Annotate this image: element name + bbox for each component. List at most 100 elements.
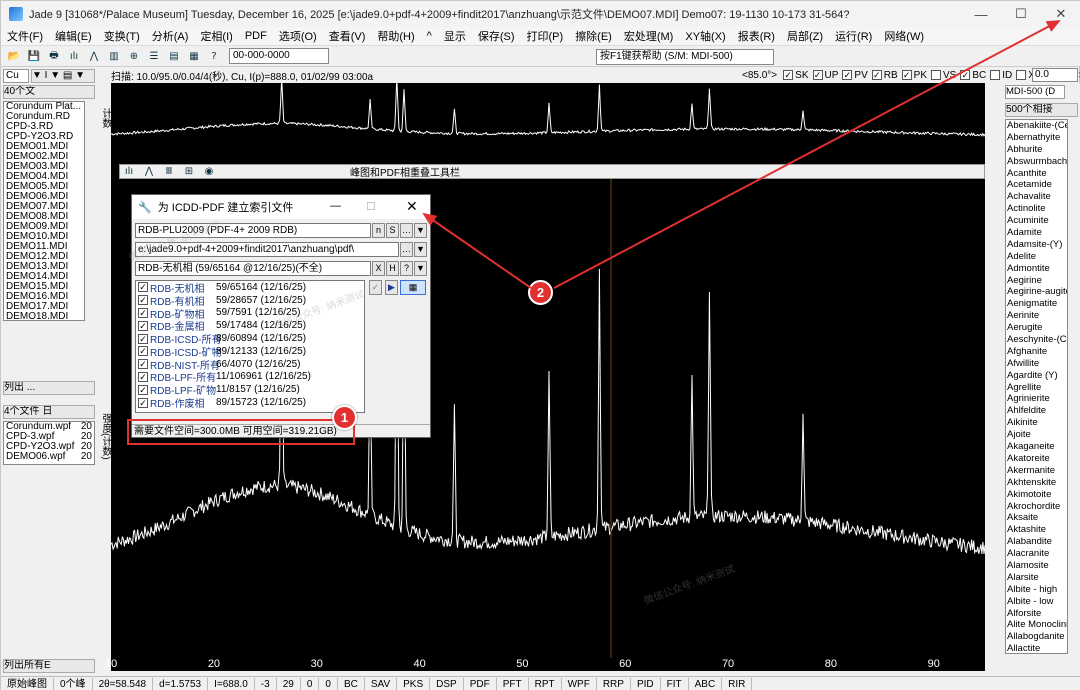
- mineral-item[interactable]: Adelite: [1006, 251, 1067, 263]
- mineral-item[interactable]: Ahlfeldite: [1006, 405, 1067, 417]
- flag-checkbox[interactable]: ✓: [783, 70, 794, 80]
- minimize-icon[interactable]: —: [961, 1, 1001, 27]
- menu-item[interactable]: 擦除(E): [569, 28, 618, 44]
- subfile-checkbox[interactable]: ✓: [138, 359, 148, 370]
- flag-pv[interactable]: ✓ PV: [842, 70, 868, 81]
- mineral-item[interactable]: Actinolite: [1006, 203, 1067, 215]
- file-list-item[interactable]: DEMO18.MDI: [4, 312, 84, 321]
- graph-icon[interactable]: ⋀: [85, 47, 103, 65]
- menu-item[interactable]: 运行(R): [829, 28, 878, 44]
- flag-checkbox[interactable]: [1016, 70, 1027, 80]
- mineral-item[interactable]: Afwillite: [1006, 358, 1067, 370]
- mineral-item[interactable]: Agardite (Y): [1006, 370, 1067, 382]
- close-icon[interactable]: ✕: [1041, 1, 1080, 27]
- wpf-list[interactable]: Corundum.wpf 20 CPD-3.wpf 20 CPD-Y2O3.wpf 20 D…: [3, 421, 95, 465]
- flag-checkbox[interactable]: [931, 70, 941, 80]
- flag-checkbox[interactable]: [990, 70, 1001, 80]
- flag-checkbox[interactable]: ✓: [901, 70, 912, 80]
- subfile-item[interactable]: ✓ RDB-作废相 89/15723 (12/16/25): [136, 396, 364, 410]
- menu-item[interactable]: 编辑(E): [49, 28, 98, 44]
- mineral-item[interactable]: Aenigmatite: [1006, 298, 1067, 310]
- mineral-item[interactable]: Allactite: [1006, 643, 1067, 653]
- flag-sk[interactable]: ✓ SK: [783, 70, 809, 81]
- flag-vs[interactable]: VS: [931, 70, 956, 81]
- wpf-list-item[interactable]: DEMO06.wpf 20: [4, 452, 94, 462]
- overlay-tool-icon[interactable]: ⊞: [180, 163, 198, 181]
- subfile-checkbox[interactable]: ✓: [138, 295, 148, 306]
- menu-item[interactable]: 网络(W): [878, 28, 930, 44]
- path-browse-button[interactable]: …: [400, 242, 413, 257]
- menu-item[interactable]: 分析(A): [146, 28, 195, 44]
- mineral-header[interactable]: 500个相接: [1005, 103, 1078, 117]
- menu-item[interactable]: ^: [421, 30, 438, 42]
- subfile-checkbox[interactable]: ✓: [138, 282, 148, 293]
- database-combo[interactable]: MDI-500 (D: [1005, 85, 1065, 99]
- mineral-item[interactable]: Alacranite: [1006, 548, 1067, 560]
- zoom-icon[interactable]: ⊕: [125, 47, 143, 65]
- mineral-item[interactable]: Aegirine-augite: [1006, 286, 1067, 298]
- flag-checkbox[interactable]: ✓: [842, 70, 853, 80]
- mineral-item[interactable]: Aerugite: [1006, 322, 1067, 334]
- mineral-item[interactable]: Aikinite: [1006, 417, 1067, 429]
- db-n-button[interactable]: n: [372, 223, 385, 238]
- mineral-item[interactable]: Abenakiite-(Ce: [1006, 120, 1067, 132]
- mineral-item[interactable]: Agrinierite: [1006, 393, 1067, 405]
- check-icon[interactable]: ✓: [369, 280, 382, 295]
- menu-item[interactable]: 报表(R): [732, 28, 781, 44]
- mineral-item[interactable]: Allabogdanite: [1006, 631, 1067, 643]
- subfile-checkbox[interactable]: ✓: [138, 307, 148, 318]
- overlay-tool-icon[interactable]: ılı: [120, 163, 138, 181]
- mineral-item[interactable]: Alite Monoclini: [1006, 619, 1067, 631]
- dialog-close-icon[interactable]: ✕: [406, 198, 418, 215]
- mineral-item[interactable]: Aerinite: [1006, 310, 1067, 322]
- overlay-tool-icon[interactable]: ◉: [200, 163, 218, 181]
- mineral-item[interactable]: Akermanite: [1006, 465, 1067, 477]
- file-list[interactable]: Corundum Plat... Corundum.RD CPD-3.RD CPD-Y…: [3, 101, 85, 321]
- subfile-checkbox[interactable]: ✓: [138, 333, 148, 344]
- db-more-button[interactable]: …: [400, 223, 413, 238]
- mineral-item[interactable]: Aksaite: [1006, 512, 1067, 524]
- menu-item[interactable]: XY轴(X): [679, 28, 731, 44]
- mineral-item[interactable]: Akaganeite: [1006, 441, 1067, 453]
- menu-item[interactable]: 局部(Z): [781, 28, 829, 44]
- peak-icon[interactable]: ılı: [65, 47, 83, 65]
- mineral-item[interactable]: Albite - high: [1006, 584, 1067, 596]
- mineral-item[interactable]: Akhtenskite: [1006, 477, 1067, 489]
- bars-icon[interactable]: ▥: [105, 47, 123, 65]
- menu-item[interactable]: 宏处理(M): [618, 28, 680, 44]
- mineral-item[interactable]: Acanthite: [1006, 168, 1067, 180]
- mineral-item[interactable]: Acetamide: [1006, 179, 1067, 191]
- help-icon[interactable]: ?: [205, 47, 223, 65]
- path-dropdown-icon[interactable]: ▼: [414, 242, 427, 257]
- flag-pk[interactable]: ✓ PK: [901, 70, 927, 81]
- flag-id[interactable]: ID: [990, 70, 1012, 81]
- build-index-button[interactable]: ▦: [400, 280, 426, 295]
- subfile-checkbox[interactable]: ✓: [138, 371, 148, 382]
- subfile-help-button[interactable]: ?: [400, 261, 413, 276]
- radiation-combo[interactable]: Cu: [3, 69, 29, 83]
- menu-item[interactable]: 变换(T): [98, 28, 146, 44]
- mineral-item[interactable]: Afghanite: [1006, 346, 1067, 358]
- overlay-tool-icon[interactable]: Ⅲ: [160, 163, 178, 181]
- flag-bc[interactable]: ✓ BC: [960, 70, 986, 81]
- flag-checkbox[interactable]: ✓: [960, 70, 971, 80]
- mineral-item[interactable]: Agrellite: [1006, 382, 1067, 394]
- db-dropdown-icon[interactable]: ▼: [414, 223, 427, 238]
- menu-item[interactable]: 查看(V): [323, 28, 372, 44]
- offset-input[interactable]: 0.0: [1032, 68, 1078, 82]
- play-icon[interactable]: ▶: [385, 280, 398, 295]
- db-s-button[interactable]: S: [386, 223, 399, 238]
- mineral-item[interactable]: Abernathyite: [1006, 132, 1067, 144]
- subfile-x-button[interactable]: X: [372, 261, 385, 276]
- mineral-item[interactable]: Akrochordite: [1006, 501, 1067, 513]
- maximize-icon[interactable]: ☐: [1001, 1, 1041, 27]
- dialog-minimize-icon[interactable]: —: [330, 200, 341, 212]
- flag-checkbox[interactable]: ✓: [871, 70, 882, 80]
- mineral-item[interactable]: Admontite: [1006, 263, 1067, 275]
- overlay-tool-icon[interactable]: ⋀: [140, 163, 158, 181]
- menu-item[interactable]: 定相(I): [194, 28, 238, 44]
- mineral-item[interactable]: Ajoite: [1006, 429, 1067, 441]
- flag-up[interactable]: ✓ UP: [812, 70, 838, 81]
- menu-item[interactable]: PDF: [239, 30, 273, 42]
- mineral-item[interactable]: Aeschynite-(Ce: [1006, 334, 1067, 346]
